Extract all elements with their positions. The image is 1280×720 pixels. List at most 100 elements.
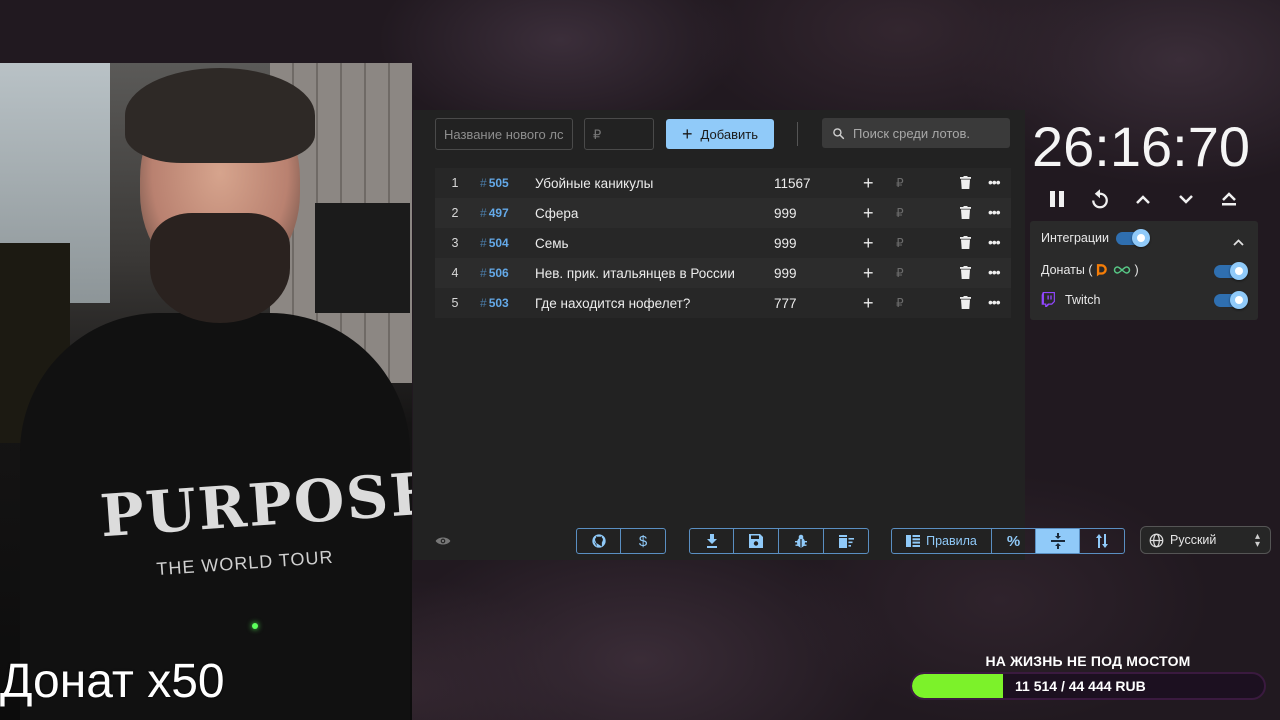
dollar-icon: $ bbox=[638, 532, 648, 550]
rules-button[interactable]: Правила bbox=[892, 529, 992, 553]
percent-button[interactable]: % bbox=[992, 529, 1036, 553]
lot-toolbar: + Добавить Поиск среди лотов. bbox=[435, 118, 1015, 152]
lot-row[interactable]: 5 #503 Где находится нофелет? 777 + ₽ ••• bbox=[435, 288, 1011, 318]
add-amount-button[interactable]: + bbox=[863, 264, 874, 282]
add-amount-button[interactable]: + bbox=[863, 174, 874, 192]
sort-button[interactable] bbox=[1080, 529, 1124, 553]
eye-icon[interactable] bbox=[435, 534, 451, 552]
github-icon bbox=[591, 534, 606, 548]
delete-lot-button[interactable] bbox=[960, 206, 971, 222]
download-icon bbox=[706, 534, 717, 548]
more-options-button[interactable]: ••• bbox=[988, 265, 1001, 279]
lot-index: 5 bbox=[451, 296, 459, 310]
chevron-up-bar-icon bbox=[1222, 192, 1236, 206]
lot-amount[interactable]: 999 bbox=[774, 266, 797, 281]
lot-id[interactable]: #505 bbox=[480, 176, 509, 190]
lot-row[interactable]: 3 #504 Семь 999 + ₽ ••• bbox=[435, 228, 1011, 258]
add-lot-button[interactable]: + Добавить bbox=[666, 119, 774, 149]
lot-index: 4 bbox=[451, 266, 459, 280]
lot-id[interactable]: #506 bbox=[480, 266, 509, 280]
delete-lot-button[interactable] bbox=[960, 176, 971, 192]
donations-label-suffix: ) bbox=[1134, 263, 1139, 277]
ruble-icon: ₽ bbox=[896, 296, 904, 310]
delete-lot-button[interactable] bbox=[960, 236, 971, 252]
clear-list-icon bbox=[838, 534, 854, 548]
save-button[interactable] bbox=[734, 529, 779, 553]
lot-row[interactable]: 1 #505 Убойные каникулы 11567 + ₽ ••• bbox=[435, 168, 1011, 198]
lot-name[interactable]: Нев. прик. итальянцев в России bbox=[535, 266, 765, 281]
lot-list: 1 #505 Убойные каникулы 11567 + ₽ ••• 2 #497 Сфер… bbox=[435, 168, 1011, 318]
integrations-panel: Интеграции Донаты ( ) Twitch bbox=[1030, 221, 1258, 320]
select-chevron-icon: ▴ ▾ bbox=[1254, 531, 1260, 550]
more-options-button[interactable]: ••• bbox=[988, 175, 1001, 189]
lot-id-value: 506 bbox=[488, 266, 509, 280]
lot-id-value: 503 bbox=[488, 296, 509, 310]
donations-label-prefix: Донаты ( bbox=[1041, 263, 1093, 277]
pause-button[interactable] bbox=[1043, 186, 1071, 212]
lot-name[interactable]: Семь bbox=[535, 236, 765, 251]
more-options-button[interactable]: ••• bbox=[988, 205, 1001, 219]
new-lot-price-input[interactable] bbox=[584, 118, 654, 150]
download-button[interactable] bbox=[690, 529, 734, 553]
language-select[interactable]: Русский ▴ ▾ bbox=[1140, 526, 1271, 554]
hash-icon: # bbox=[480, 296, 487, 310]
compress-icon bbox=[1050, 533, 1065, 549]
twitch-toggle[interactable] bbox=[1214, 291, 1248, 309]
lot-id-value: 497 bbox=[488, 206, 509, 220]
clear-lots-button[interactable] bbox=[824, 529, 868, 553]
lot-amount[interactable]: 11567 bbox=[774, 176, 811, 191]
donate-dollar-button[interactable]: $ bbox=[621, 529, 665, 553]
more-options-button[interactable]: ••• bbox=[988, 295, 1001, 309]
led-light bbox=[252, 623, 258, 629]
lot-id[interactable]: #497 bbox=[480, 206, 509, 220]
hash-icon: # bbox=[480, 236, 487, 250]
lot-name[interactable]: Убойные каникулы bbox=[535, 176, 765, 191]
sort-arrows-icon bbox=[1096, 534, 1108, 548]
lot-amount[interactable]: 777 bbox=[774, 296, 797, 311]
language-value: Русский bbox=[1170, 533, 1217, 547]
timer-controls bbox=[1043, 186, 1243, 212]
donation-goal-title: НА ЖИЗНЬ НЕ ПОД МОСТОМ bbox=[985, 653, 1191, 669]
collapse-chevron-icon[interactable] bbox=[1233, 233, 1244, 251]
stopwatch-display: 26:16:70 bbox=[1032, 115, 1250, 178]
streamer-hair bbox=[125, 68, 315, 163]
double-time-button[interactable] bbox=[1215, 186, 1243, 212]
add-amount-button[interactable]: + bbox=[863, 294, 874, 312]
plus-icon: + bbox=[682, 124, 693, 144]
subtract-time-button[interactable] bbox=[1172, 186, 1200, 212]
lot-id-value: 504 bbox=[488, 236, 509, 250]
bug-report-button[interactable] bbox=[779, 529, 824, 553]
lot-row[interactable]: 2 #497 Сфера 999 + ₽ ••• bbox=[435, 198, 1011, 228]
delete-lot-button[interactable] bbox=[960, 266, 971, 282]
lot-row[interactable]: 4 #506 Нев. прик. итальянцев в России 999 + ₽… bbox=[435, 258, 1011, 288]
lot-id[interactable]: #504 bbox=[480, 236, 509, 250]
lot-id-value: 505 bbox=[488, 176, 509, 190]
lot-amount[interactable]: 999 bbox=[774, 236, 797, 251]
rules-icon bbox=[906, 535, 921, 547]
lot-name[interactable]: Где находится нофелет? bbox=[535, 296, 765, 311]
integrations-toggle[interactable] bbox=[1116, 229, 1150, 247]
lot-index: 2 bbox=[451, 206, 459, 220]
trash-icon bbox=[960, 236, 971, 249]
more-options-button[interactable]: ••• bbox=[988, 235, 1001, 249]
lot-index: 1 bbox=[451, 176, 459, 190]
toolbar-divider bbox=[797, 122, 798, 146]
lot-search-field[interactable]: Поиск среди лотов. bbox=[822, 118, 1010, 148]
donation-goal-progress: 11 514 / 44 444 RUB bbox=[1015, 678, 1146, 694]
add-amount-button[interactable]: + bbox=[863, 204, 874, 222]
delete-lot-button[interactable] bbox=[960, 296, 971, 312]
reset-button[interactable] bbox=[1086, 186, 1114, 212]
donations-toggle[interactable] bbox=[1214, 262, 1248, 280]
compact-view-button[interactable] bbox=[1036, 529, 1080, 553]
new-lot-name-input[interactable] bbox=[435, 118, 573, 150]
ruble-icon: ₽ bbox=[896, 236, 904, 250]
lot-name[interactable]: Сфера bbox=[535, 206, 765, 221]
lot-id[interactable]: #503 bbox=[480, 296, 509, 310]
ruble-icon: ₽ bbox=[896, 176, 904, 190]
lot-amount[interactable]: 999 bbox=[774, 206, 797, 221]
add-time-button[interactable] bbox=[1129, 186, 1157, 212]
github-button[interactable] bbox=[577, 529, 621, 553]
links-button-group: $ bbox=[576, 528, 666, 554]
add-amount-button[interactable]: + bbox=[863, 234, 874, 252]
rules-label: Правила bbox=[926, 534, 977, 548]
